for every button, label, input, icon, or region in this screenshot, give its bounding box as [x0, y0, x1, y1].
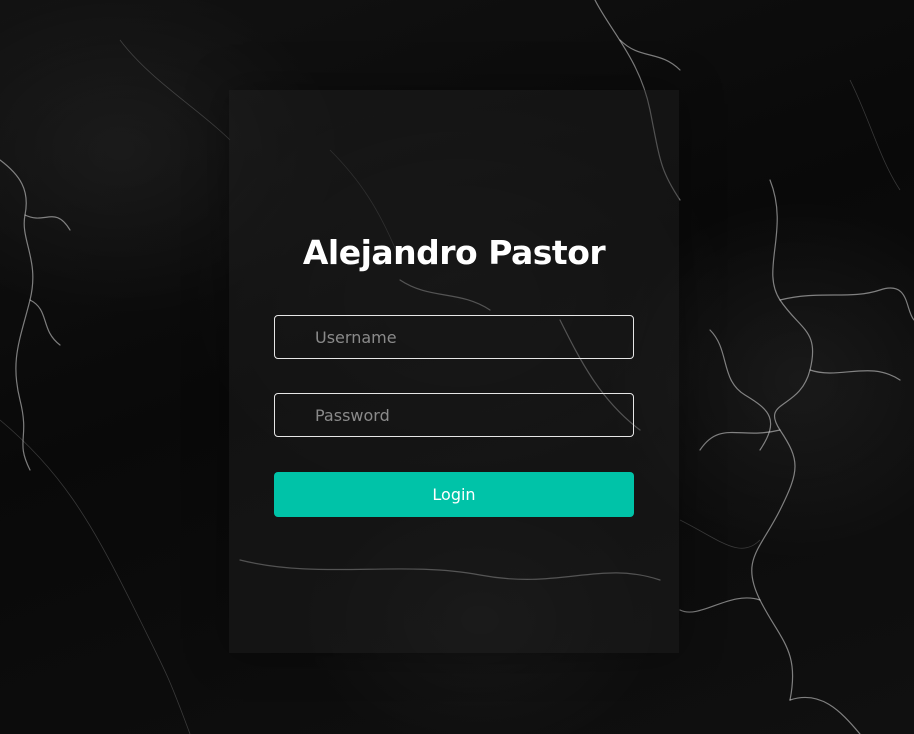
login-button[interactable]: Login — [274, 472, 634, 517]
password-input[interactable] — [274, 393, 634, 437]
username-input[interactable] — [274, 315, 634, 359]
login-title: Alejandro Pastor — [302, 233, 606, 272]
login-card — [229, 90, 679, 653]
